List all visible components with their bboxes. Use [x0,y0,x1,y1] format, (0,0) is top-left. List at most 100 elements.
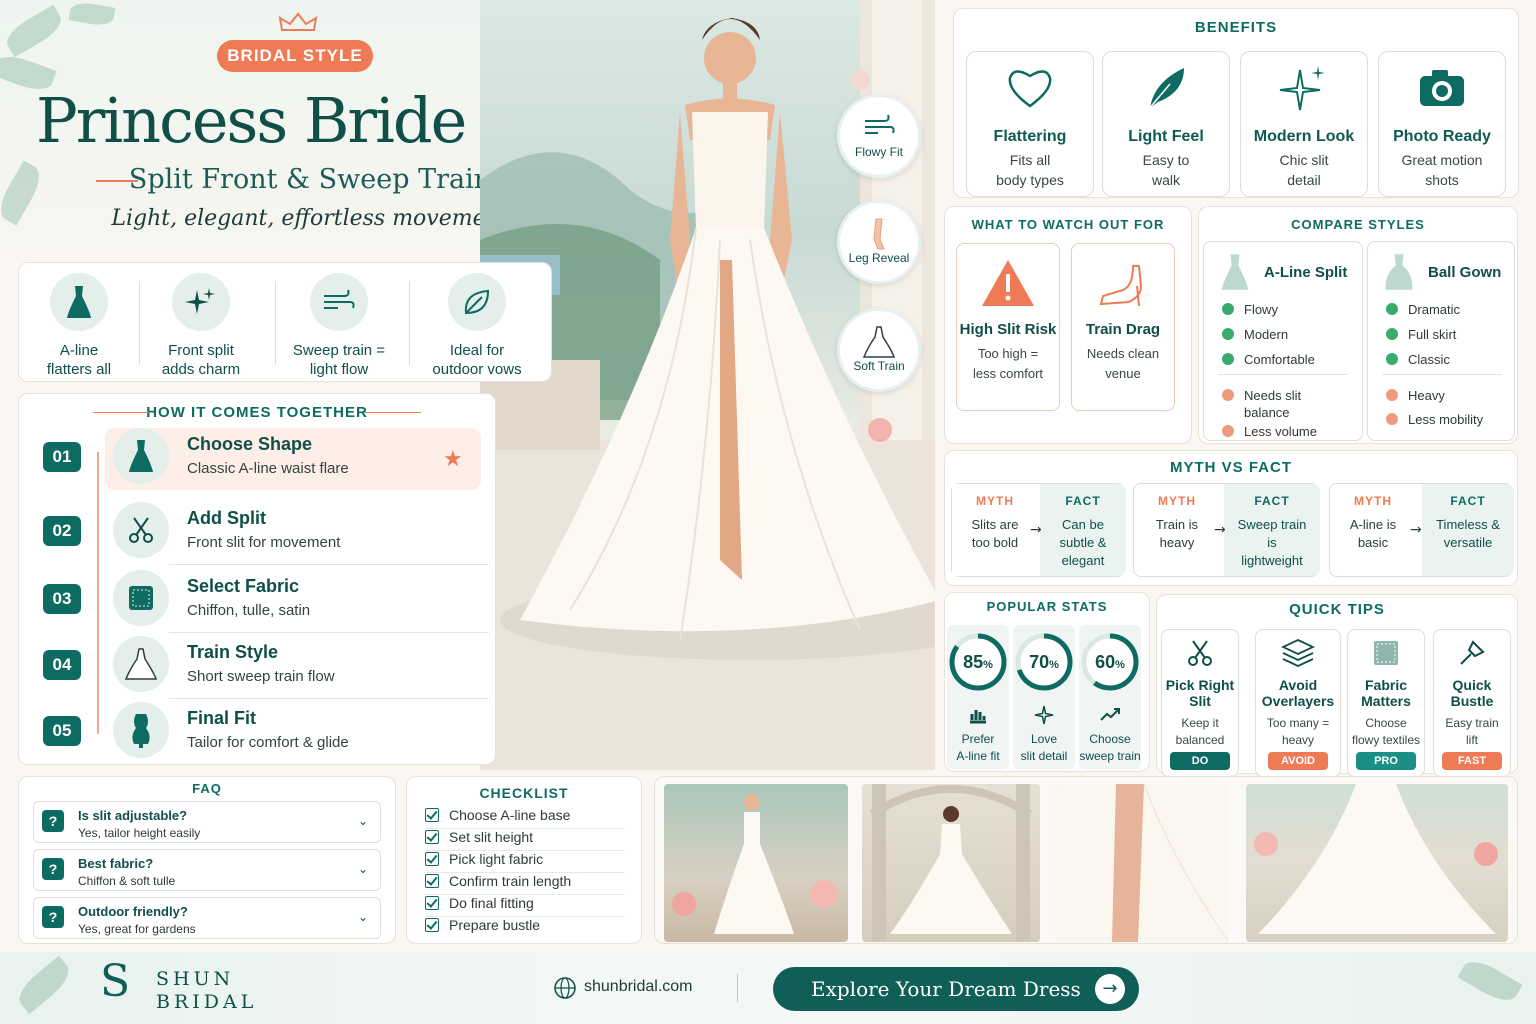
gallery-photo-front[interactable] [664,784,848,942]
checkbox-icon[interactable] [425,918,439,932]
dress-icon [1221,254,1249,290]
checkbox-icon[interactable] [425,874,439,888]
tip-title: Matters [1361,693,1411,709]
checkbox-icon[interactable] [425,830,439,844]
tip-badge: FAST [1442,752,1502,770]
step-description: Short sweep train flow [187,668,335,685]
pin-icon [1460,640,1485,665]
checklist-item[interactable]: Choose A-line base [425,807,625,829]
faq-question: Best fabric? [78,856,154,871]
tip-desc: Choose [1365,716,1407,730]
section-title: MYTH VS FACT [1169,459,1292,476]
myth-label: MYTH [1158,494,1196,508]
divider [169,632,489,633]
step-item[interactable]: 05 Final Fit Tailor for comfort & glide [41,702,481,764]
checklist-item[interactable]: Pick light fabric [425,851,625,873]
benefit-title: Modern Look [1253,128,1355,145]
divider [1218,374,1348,375]
tip-desc: Keep it [1181,716,1219,730]
benefits-panel: BENEFITS Flattering Fits all body types L… [953,8,1519,198]
wind-icon [865,114,895,134]
tip-card: Quick Bustle Easy train lift FAST [1433,629,1511,777]
fact-text: Can be [1062,517,1104,532]
gallery-photo-slit[interactable] [1054,784,1229,942]
watch-desc: Needs clean [1086,346,1160,361]
arrow-right-icon: → [1095,974,1125,1004]
feature-label: Sweep train = [292,342,386,359]
tip-title: Pick Right [1165,677,1235,693]
sparkle-icon [1279,66,1325,111]
step-description: Classic A-line waist flare [187,460,349,477]
faq-item[interactable]: ? Outdoor friendly? Yes, great for garde… [33,897,381,939]
tip-desc: heavy [1281,733,1315,747]
stat-label: Choose [1089,732,1131,746]
explore-dress-button[interactable]: Explore Your Dream Dress → [773,967,1139,1011]
faq-item[interactable]: ? Is slit adjustable? Yes, tailor height… [33,801,381,843]
bars-icon [970,710,986,724]
checklist-item[interactable]: Set slit height [425,829,625,851]
pro-item: Comfortable [1222,352,1315,367]
tip-desc: balanced [1175,733,1225,747]
step-number: 04 [43,650,81,680]
pro-item: Classic [1386,352,1450,367]
gallery-photo-back[interactable] [862,784,1040,942]
compare-panel: COMPARE STYLES A-Line Split Flowy Modern… [1198,206,1518,444]
step-item[interactable]: 02 Add Split Front slit for movement [41,502,481,564]
step-number: 03 [43,584,81,614]
tip-badge: PRO [1356,752,1416,770]
divider [169,564,489,565]
con-item: Needs slit [1222,388,1301,403]
faq-panel: FAQ ? Is slit adjustable? Yes, tailor he… [18,776,396,944]
chevron-down-icon[interactable]: ⌄ [358,814,368,828]
crown-icon [278,12,318,31]
pro-item: Full skirt [1386,327,1456,342]
step-item[interactable]: 01 Choose Shape Classic A-line waist fla… [41,428,481,490]
step-title: Add Split [187,508,266,528]
chevron-down-icon[interactable]: ⌄ [358,910,368,924]
chevron-down-icon[interactable]: ⌄ [358,862,368,876]
train-icon [124,648,158,680]
feature-label: adds charm [161,361,241,378]
leg-icon [873,218,885,250]
checkbox-icon[interactable] [425,852,439,866]
checklist-item[interactable]: Do final fitting [425,895,625,917]
tip-desc: Too many = [1266,716,1330,730]
stat-label: slit detail [1020,749,1068,763]
sparkle-icon [1034,705,1054,725]
cta-label: Explore Your Dream Dress [811,977,1081,1001]
gallery-photo-train[interactable] [1246,784,1508,942]
checklist-item[interactable]: Confirm train length [425,873,625,895]
trend-icon [1100,708,1120,721]
faq-item[interactable]: ? Best fabric? Chiffon & soft tulle ⌄ [33,849,381,891]
myth-half: MYTH Slits are too bold [952,484,1038,576]
dress-icon [1385,254,1413,290]
globe-icon [554,977,576,999]
benefit-card: Flattering Fits all body types [966,51,1094,197]
dress-icon [67,286,91,318]
checklist-item[interactable]: Prepare bustle [425,917,625,939]
tip-title: Quick [1452,677,1492,693]
feather-icon [1147,68,1184,111]
checkbox-icon[interactable] [425,896,439,910]
layers-icon [1280,639,1316,667]
scissors-icon [1188,640,1212,666]
watch-out-panel: WHAT TO WATCH OUT FOR High Slit Risk Too… [944,206,1192,444]
step-description: Front slit for movement [187,534,341,551]
step-item[interactable]: 04 Train Style Short sweep train flow [41,636,481,698]
step-item[interactable]: 03 Select Fabric Chiffon, tulle, satin [41,570,481,632]
leaf-icon [464,289,490,315]
camera-icon [1420,70,1464,106]
feature-label: flatters all [46,361,112,378]
divider [169,698,489,699]
watch-title: Train Drag [1085,321,1161,338]
wind-icon [324,289,355,309]
question-icon: ? [42,858,64,880]
checkbox-icon[interactable] [425,808,439,822]
step-number: 05 [43,716,81,746]
tip-badge: AVOID [1268,752,1328,770]
step-description: Tailor for comfort & glide [187,734,349,751]
arrow-icon: → [1410,522,1422,538]
website-link[interactable]: shunbridal.com [584,978,693,996]
stat-card: 85% Prefer A-line fit [947,625,1009,769]
benefit-card: Modern Look Chic slit detail [1240,51,1368,197]
